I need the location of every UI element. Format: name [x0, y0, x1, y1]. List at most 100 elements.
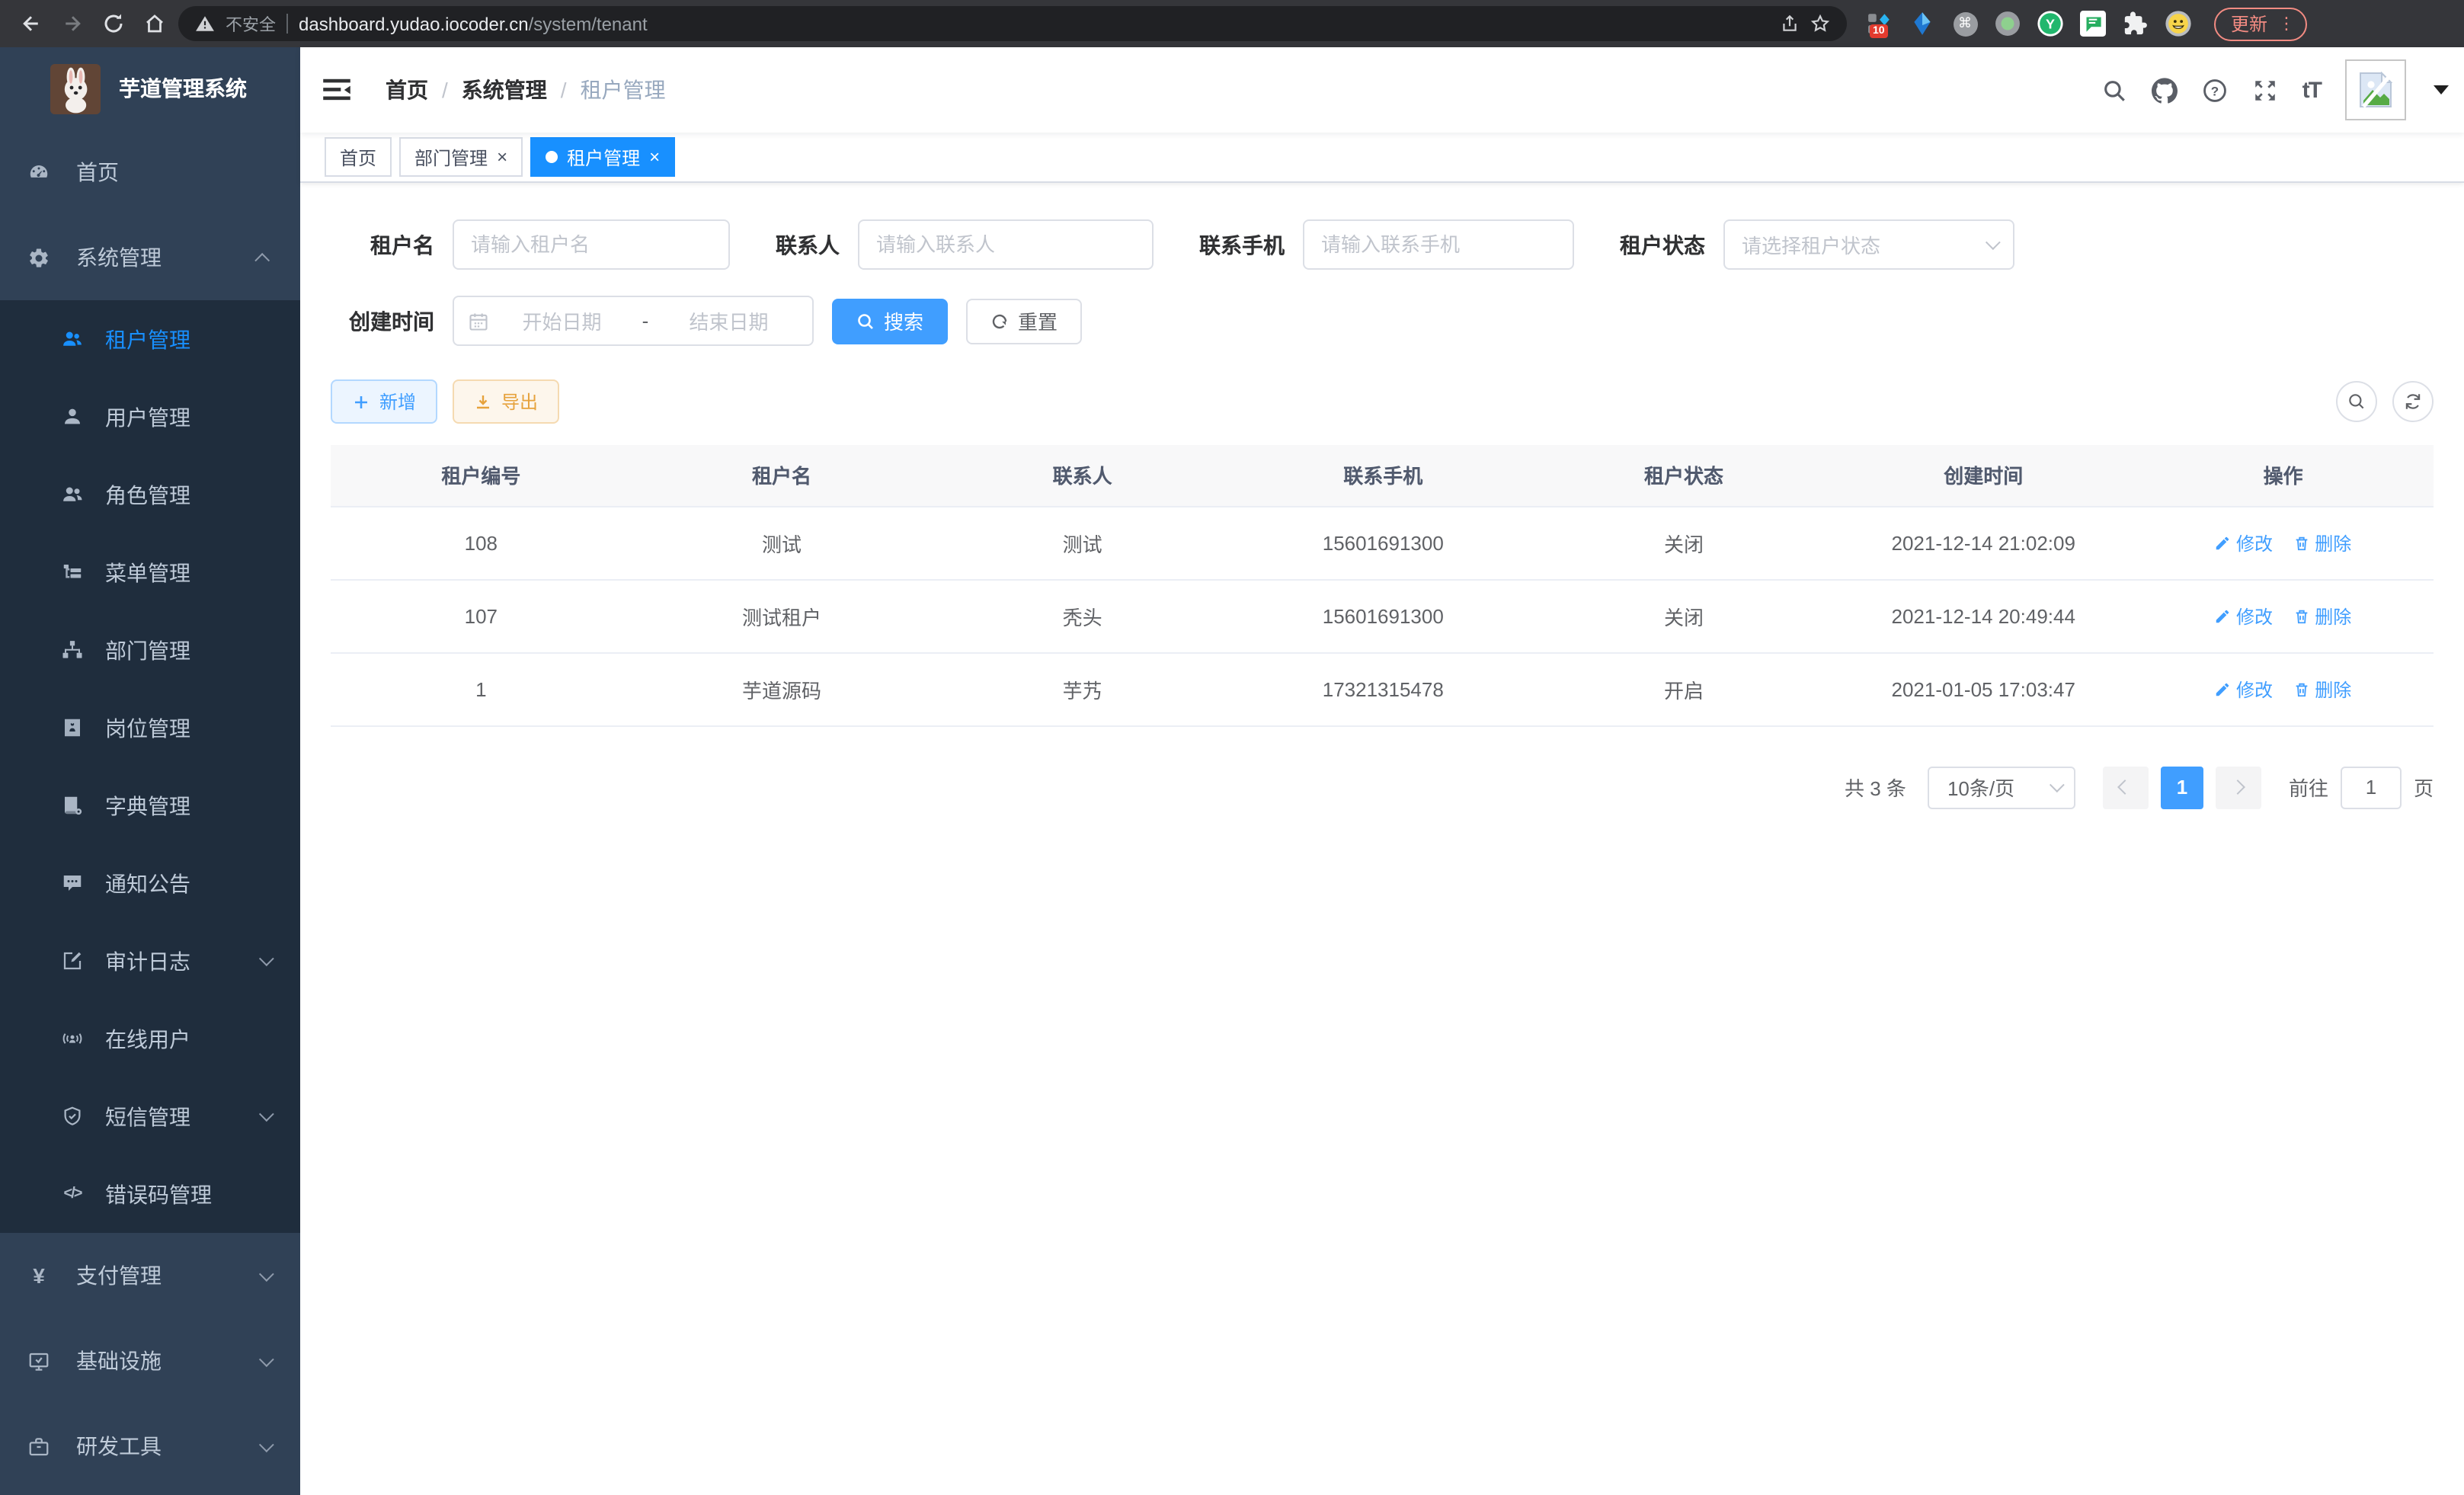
sidebar-item-sms[interactable]: 短信管理 — [0, 1077, 300, 1155]
table-row: 1 芋道源码 芋艿 17321315478 开启 2021-01-05 17:0… — [331, 652, 2434, 725]
show-search-toggle-button[interactable] — [2336, 381, 2377, 422]
current-page-button[interactable]: 1 — [2161, 766, 2203, 808]
sidebar-item-post[interactable]: 岗位管理 — [0, 689, 300, 767]
refresh-button[interactable] — [2392, 381, 2434, 422]
tab-home[interactable]: 首页 — [325, 137, 392, 177]
avatar-dropdown-caret[interactable] — [2434, 85, 2449, 94]
next-page-button[interactable] — [2216, 766, 2261, 808]
header-search-icon[interactable] — [2101, 77, 2127, 103]
sidebar-item-menu[interactable]: 菜单管理 — [0, 533, 300, 611]
col-created: 创建时间 — [1834, 445, 2133, 506]
sidebar-item-dev-tools[interactable]: 研发工具 — [0, 1404, 300, 1489]
chevron-down-icon — [2050, 777, 2065, 792]
sidebar-item-user[interactable]: 用户管理 — [0, 378, 300, 456]
page-unit-label: 页 — [2414, 773, 2434, 802]
tab-tenant[interactable]: 租户管理 × — [530, 137, 675, 177]
share-icon[interactable] — [1780, 14, 1800, 34]
sidebar-item-dept[interactable]: 部门管理 — [0, 611, 300, 689]
mobile-input[interactable] — [1303, 219, 1574, 270]
status-label: 租户状态 — [1620, 229, 1705, 260]
col-tenant-id: 租户编号 — [331, 445, 632, 506]
address-bar[interactable]: 不安全 dashboard.yudao.iocoder.cn/system/te… — [178, 6, 1847, 41]
extension-y-icon[interactable]: Y — [2037, 11, 2063, 37]
fullscreen-icon[interactable] — [2252, 77, 2278, 103]
date-start[interactable]: 开始日期 — [492, 306, 632, 335]
mobile-field[interactable] — [1321, 233, 1556, 256]
sidebar-item-error-code[interactable]: </> 错误码管理 — [0, 1155, 300, 1233]
sidebar-item-online-users[interactable]: 在线用户 — [0, 1000, 300, 1077]
profile-avatar-icon[interactable] — [2165, 11, 2191, 37]
user-avatar-broken-image[interactable] — [2345, 59, 2406, 120]
filter-row-1: 租户名 联系人 联系手机 租户状态 — [331, 219, 2434, 270]
status-select[interactable]: 请选择租户状态 — [1723, 219, 2014, 270]
forward-icon[interactable] — [55, 7, 88, 40]
extension-command-icon[interactable]: ⌘ — [1952, 11, 1978, 37]
page-size-select[interactable]: 10条/页 — [1928, 766, 2075, 808]
table-toolbar: 新增 导出 — [331, 379, 2434, 424]
briefcase-icon — [26, 1435, 52, 1458]
app-logo-row[interactable]: 芋道管理系统 — [0, 47, 300, 130]
system-submenu: 租户管理 用户管理 角色管理 菜单管理 — [0, 300, 300, 1233]
sidebar-item-home[interactable]: 首页 — [0, 130, 300, 215]
home-icon[interactable] — [137, 7, 171, 40]
sidebar-item-tenant[interactable]: 租户管理 — [0, 300, 300, 378]
url-text[interactable]: dashboard.yudao.iocoder.cn/system/tenant — [299, 13, 648, 34]
sidebar-item-system[interactable]: 系统管理 — [0, 215, 300, 300]
contact-input[interactable] — [858, 219, 1154, 270]
extension-kite-icon[interactable] — [1909, 11, 1935, 37]
users-icon — [59, 328, 85, 351]
chevron-down-icon — [1986, 235, 2001, 250]
tenant-page: 租户名 联系人 联系手机 租户状态 — [300, 183, 2464, 1495]
search-button[interactable]: 搜索 — [832, 298, 948, 344]
extension-dot-icon[interactable] — [1995, 11, 2021, 37]
tags-view-bar: 首页 部门管理 × 租户管理 × — [300, 133, 2464, 183]
navbar-actions: ? tT — [2101, 59, 2464, 120]
close-icon[interactable]: × — [497, 148, 507, 166]
breadcrumb-system[interactable]: 系统管理 — [462, 75, 547, 105]
sidebar-item-infra[interactable]: 基础设施 — [0, 1318, 300, 1404]
extensions-puzzle-icon[interactable] — [2123, 11, 2149, 37]
browser-update-button[interactable]: 更新 ⋮ — [2214, 7, 2307, 40]
tenant-name-label: 租户名 — [331, 229, 434, 260]
tenant-name-field[interactable] — [471, 233, 712, 256]
add-button[interactable]: 新增 — [331, 379, 437, 424]
edit-link[interactable]: 修改 — [2215, 676, 2273, 702]
tab-dept[interactable]: 部门管理 × — [399, 137, 523, 177]
sidebar-item-notice[interactable]: 通知公告 — [0, 844, 300, 922]
delete-link[interactable]: 删除 — [2293, 530, 2351, 555]
prev-page-button[interactable] — [2103, 766, 2149, 808]
reload-icon[interactable] — [96, 7, 130, 40]
extension-chat-icon[interactable] — [2080, 11, 2106, 37]
close-icon[interactable]: × — [649, 148, 660, 166]
status-text: 关闭 — [1534, 506, 1835, 579]
browser-menu-icon[interactable]: ⋮ — [2278, 14, 2295, 34]
goto-page-input[interactable] — [2341, 766, 2402, 808]
sidebar-collapse-icon[interactable] — [300, 47, 373, 133]
status-placeholder: 请选择租户状态 — [1742, 230, 1880, 259]
contact-field[interactable] — [876, 233, 1135, 256]
tenant-name-input[interactable] — [453, 219, 730, 270]
date-end[interactable]: 结束日期 — [659, 306, 798, 335]
back-icon[interactable] — [14, 7, 47, 40]
help-icon[interactable]: ? — [2202, 77, 2228, 103]
edit-link[interactable]: 修改 — [2215, 603, 2273, 629]
extension-tabs-icon[interactable]: 10 — [1867, 11, 1893, 37]
font-size-icon[interactable]: tT — [2302, 77, 2321, 103]
export-button[interactable]: 导出 — [453, 379, 559, 424]
svg-text:Y: Y — [2046, 16, 2055, 31]
breadcrumb-home[interactable]: 首页 — [386, 75, 428, 105]
sidebar-menu: 首页 系统管理 租户管理 用户管理 — [0, 130, 300, 1489]
reset-button[interactable]: 重置 — [966, 298, 1082, 344]
sidebar-item-pay[interactable]: ¥ 支付管理 — [0, 1233, 300, 1318]
sidebar-item-audit-log[interactable]: 审计日志 — [0, 922, 300, 1000]
security-label[interactable]: 不安全 — [226, 11, 276, 36]
sidebar-item-dict[interactable]: 字典管理 — [0, 767, 300, 844]
sidebar-item-role[interactable]: 角色管理 — [0, 456, 300, 533]
security-warning-icon[interactable] — [195, 14, 215, 34]
edit-link[interactable]: 修改 — [2215, 530, 2273, 555]
github-icon[interactable] — [2152, 77, 2178, 103]
delete-link[interactable]: 删除 — [2293, 603, 2351, 629]
bookmark-star-icon[interactable] — [1810, 14, 1830, 34]
date-range-picker[interactable]: 开始日期 - 结束日期 — [453, 296, 814, 346]
delete-link[interactable]: 删除 — [2293, 676, 2351, 702]
